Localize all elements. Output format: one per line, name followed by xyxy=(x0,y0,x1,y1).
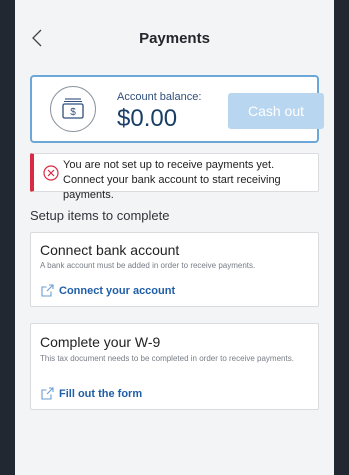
header: Payments xyxy=(15,0,334,74)
link-label: Connect your account xyxy=(59,284,176,297)
setup-card-w9: Complete your W-9 This tax document need… xyxy=(30,323,319,410)
setup-alert: You are not set up to receive payments y… xyxy=(30,153,319,201)
page-title: Payments xyxy=(139,30,210,47)
card-title: Complete your W-9 xyxy=(40,334,161,350)
balance-card: $ Account balance: $0.00 Cash out xyxy=(30,75,324,143)
external-edit-icon xyxy=(41,387,54,400)
card-description: A bank account must be added in order to… xyxy=(40,261,256,270)
link-label: Fill out the form xyxy=(59,387,143,400)
external-edit-icon xyxy=(41,284,54,297)
connect-account-link[interactable]: Connect your account xyxy=(40,283,175,298)
svg-text:$: $ xyxy=(70,107,76,118)
error-circle-x-icon xyxy=(43,165,59,181)
cash-out-button[interactable]: Cash out xyxy=(228,93,324,129)
card-title: Connect bank account xyxy=(40,242,180,258)
section-title: Setup items to complete xyxy=(30,208,170,223)
balance-label: Account balance: xyxy=(117,91,202,103)
payments-screen: Payments $ Account balance: $0.00 Cash o… xyxy=(15,0,334,475)
setup-card-bank: Connect bank account A bank account must… xyxy=(30,232,319,307)
balance-amount: $0.00 xyxy=(117,105,178,132)
card-description: This tax document needs to be completed … xyxy=(40,354,294,363)
wallet-icon: $ xyxy=(50,86,96,132)
fill-form-link[interactable]: Fill out the form xyxy=(40,386,142,401)
alert-message: You are not set up to receive payments y… xyxy=(63,159,281,201)
